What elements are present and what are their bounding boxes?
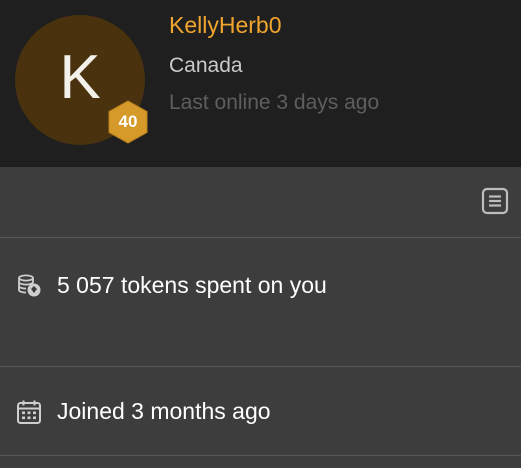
level-value: 40 (118, 112, 138, 131)
joined-row: Joined 3 months ago (0, 367, 521, 456)
calendar-icon (17, 400, 41, 424)
level-badge: 40 (107, 100, 149, 144)
tokens-spent-text: 5 057 tokens spent on you (57, 272, 327, 298)
notes-icon (481, 187, 509, 215)
profile-panel: K 40 KellyHerb0 Canada Last online 3 day… (0, 0, 521, 468)
avatar-initial: K (59, 43, 101, 112)
last-online-status: Last online 3 days ago (169, 91, 380, 114)
country-label: Canada (169, 54, 243, 77)
notes-button[interactable] (481, 187, 509, 215)
coins-icon (18, 274, 41, 297)
profile-header: K 40 KellyHerb0 Canada Last online 3 day… (0, 0, 521, 167)
joined-text: Joined 3 months ago (57, 398, 271, 424)
tokens-spent-row: 5 057 tokens spent on you (0, 238, 521, 367)
profile-toolbar (0, 167, 521, 238)
username-link[interactable]: KellyHerb0 (169, 12, 282, 39)
